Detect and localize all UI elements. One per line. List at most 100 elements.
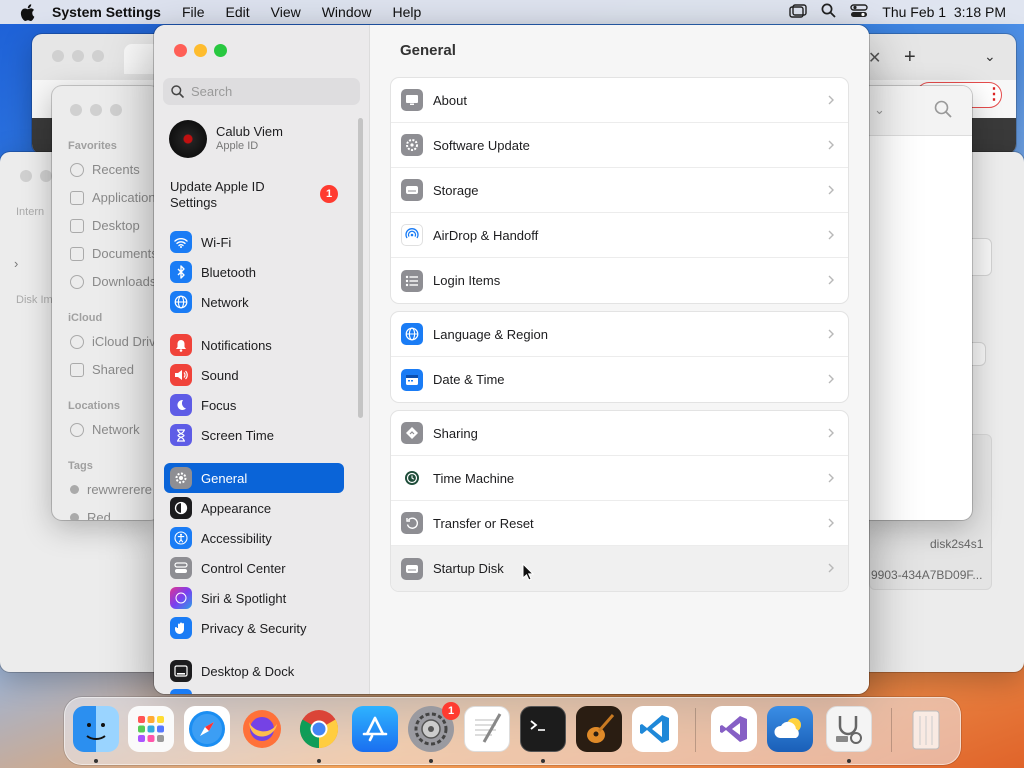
menu-window[interactable]: Window: [322, 4, 372, 20]
menu-file[interactable]: File: [182, 4, 205, 20]
finder-tag[interactable]: Red: [70, 510, 111, 520]
finder-item-recents[interactable]: Recents: [70, 162, 140, 177]
running-indicator: [541, 759, 545, 763]
sidebar-item-privacy-security[interactable]: Privacy & Security: [164, 613, 344, 643]
document-icon: [70, 246, 84, 261]
apple-menu-icon[interactable]: [18, 3, 36, 21]
row-about[interactable]: About: [391, 78, 848, 123]
menu-help[interactable]: Help: [393, 4, 422, 20]
row-sharing[interactable]: Sharing: [391, 411, 848, 456]
sidebar-item-notifications[interactable]: Notifications: [164, 330, 344, 360]
bluetooth-icon: [170, 261, 192, 283]
close-window-button[interactable]: [174, 44, 187, 57]
screen-mirroring-icon[interactable]: [789, 3, 807, 21]
row-language-region[interactable]: Language & Region: [391, 312, 848, 357]
menu-edit[interactable]: Edit: [226, 4, 250, 20]
zoom-window-button[interactable]: [214, 44, 227, 57]
about-icon: [401, 89, 423, 111]
sidebar-item-screen-time[interactable]: Screen Time: [164, 420, 344, 450]
menu-view[interactable]: View: [271, 4, 301, 20]
sidebar-item-sound[interactable]: Sound: [164, 360, 344, 390]
dock-terminal[interactable]: [520, 706, 566, 752]
settings-group: Language & Region Date & Time: [390, 311, 849, 403]
chevron-down-icon[interactable]: ⌄: [874, 102, 885, 118]
account-subtitle: Apple ID: [216, 140, 259, 152]
dock-vscode[interactable]: [632, 706, 678, 752]
settings-group: Sharing Time Machine Transfer or Reset S…: [390, 410, 849, 592]
row-startup-disk[interactable]: Startup Disk: [391, 546, 848, 591]
finder-item-documents[interactable]: Documents: [70, 246, 158, 261]
tab-list-chevron-icon[interactable]: ⌄: [984, 48, 996, 65]
dock-visual-studio[interactable]: [711, 706, 757, 752]
row-storage[interactable]: Storage: [391, 168, 848, 213]
chevron-right-icon: [826, 183, 836, 197]
sidebar-scrollbar[interactable]: [358, 118, 363, 418]
search-icon: [171, 85, 184, 98]
chevron-right-icon: [826, 561, 836, 575]
dock-textedit[interactable]: [464, 706, 510, 752]
running-indicator: [317, 759, 321, 763]
finder-item-downloads[interactable]: Downloads: [70, 274, 156, 289]
close-tab-icon[interactable]: ✕: [868, 48, 881, 68]
dock-weather[interactable]: [767, 706, 813, 752]
spotlight-search-icon[interactable]: [821, 3, 836, 21]
gear-icon: [170, 467, 192, 489]
dock-garageband[interactable]: [576, 706, 622, 752]
dock-app-store[interactable]: [352, 706, 398, 752]
finder-item-applications[interactable]: Applications: [70, 190, 160, 205]
dock-launchpad[interactable]: [128, 706, 174, 752]
speaker-icon: [170, 364, 192, 386]
new-tab-icon[interactable]: +: [904, 46, 916, 69]
minimize-window-button[interactable]: [194, 44, 207, 57]
hourglass-icon: [170, 424, 192, 446]
dock-finder[interactable]: [73, 706, 119, 752]
search-input[interactable]: Search: [163, 78, 360, 105]
dock-trash[interactable]: [903, 706, 949, 752]
sidebar-item-siri-spotlight[interactable]: Siri & Spotlight: [164, 583, 344, 613]
sidebar-item-control-center[interactable]: Control Center: [164, 553, 344, 583]
running-indicator: [847, 759, 851, 763]
chevron-right-icon: [826, 372, 836, 386]
sidebar-item-appearance[interactable]: Appearance: [164, 493, 344, 523]
menu-clock[interactable]: Thu Feb 1 3:18 PM: [882, 4, 1006, 20]
more-menu-icon[interactable]: ⋮: [986, 84, 1002, 104]
sidebar-item-desktop-dock[interactable]: Desktop & Dock: [164, 656, 344, 686]
sidebar-item-general[interactable]: General: [164, 463, 344, 493]
dock-safari[interactable]: [184, 706, 230, 752]
dock-chrome[interactable]: [296, 706, 342, 752]
dock-firefox[interactable]: [239, 706, 285, 752]
sidebar-item-accessibility[interactable]: Accessibility: [164, 523, 344, 553]
notification-badge: 1: [320, 185, 338, 203]
row-software-update[interactable]: Software Update: [391, 123, 848, 168]
row-transfer-reset[interactable]: Transfer or Reset: [391, 501, 848, 546]
avatar[interactable]: [169, 120, 207, 158]
finder-item-desktop[interactable]: Desktop: [70, 218, 140, 233]
sidebar-item-focus[interactable]: Focus: [164, 390, 344, 420]
finder-section-header: Locations: [68, 400, 120, 412]
search-icon[interactable]: [934, 100, 952, 121]
menu-app-name[interactable]: System Settings: [52, 4, 161, 20]
row-date-time[interactable]: Date & Time: [391, 357, 848, 402]
finder-item-icloud-drive[interactable]: iCloud Drive: [70, 334, 160, 349]
finder-item-shared[interactable]: Shared: [70, 362, 134, 377]
row-time-machine[interactable]: Time Machine: [391, 456, 848, 501]
dock-badge: 1: [442, 702, 460, 720]
sidebar-item-wifi[interactable]: Wi-Fi: [164, 227, 344, 257]
expand-chevron-icon[interactable]: ›: [14, 256, 18, 271]
finder-item-network[interactable]: Network: [70, 422, 140, 437]
update-apple-id-settings[interactable]: Update Apple ID Settings: [170, 179, 290, 211]
tag-dot-icon: [70, 485, 79, 494]
control-center-icon[interactable]: [850, 3, 868, 21]
list-icon: [401, 269, 423, 292]
desktop-icon: [70, 218, 84, 233]
row-login-items[interactable]: Login Items: [391, 258, 848, 303]
sidebar-item-bluetooth[interactable]: Bluetooth: [164, 257, 344, 287]
dock-disk-utility[interactable]: [826, 706, 872, 752]
account-name[interactable]: Calub Viem: [216, 124, 283, 139]
row-airdrop-handoff[interactable]: AirDrop & Handoff: [391, 213, 848, 258]
finder-tag[interactable]: rewwrerere: [70, 482, 152, 497]
reset-icon: [401, 512, 423, 534]
system-settings-window: Search Calub Viem Apple ID Update Apple …: [154, 25, 869, 694]
sidebar-item-network[interactable]: Network: [164, 287, 344, 317]
shared-folder-icon: [70, 362, 84, 377]
